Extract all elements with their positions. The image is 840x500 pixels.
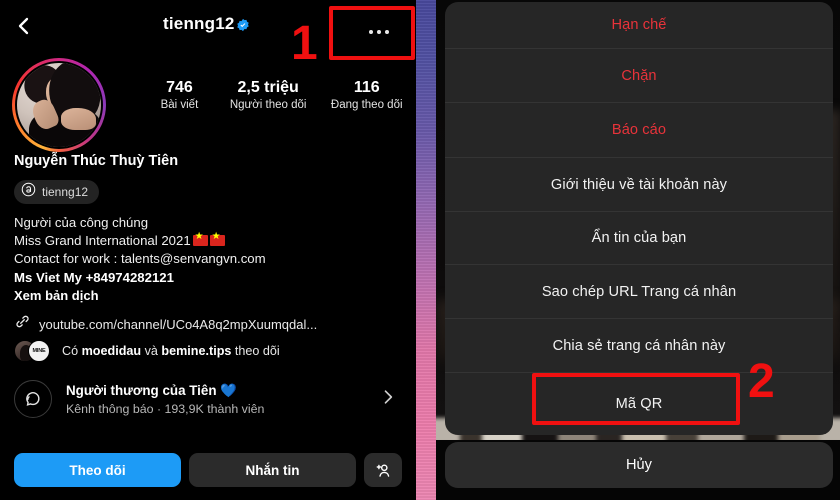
menu-item-block[interactable]: Chặn <box>445 49 833 103</box>
threads-icon <box>21 182 36 202</box>
cancel-button[interactable]: Hủy <box>445 442 833 488</box>
channel-subtitle: Kênh thông báo · 193,9K thành viên <box>66 401 265 416</box>
profile-link-row[interactable]: youtube.com/channel/UCo4A8q2mpXuumqdal..… <box>14 313 317 335</box>
bio-line-3: Contact for work : talents@senvangvn.com <box>14 251 266 267</box>
mutual-followers-text: Có moedidau và bemine.tips theo dõi <box>62 344 280 358</box>
threads-username: tienng12 <box>42 185 89 199</box>
broadcast-channel-icon <box>14 380 52 418</box>
message-button[interactable]: Nhắn tin <box>189 453 356 487</box>
bio-line-2: Miss Grand International 2021 <box>14 231 404 250</box>
profile-header: tienng12 <box>0 0 416 52</box>
see-translation-link[interactable]: Xem bản dịch <box>14 288 99 303</box>
profile-action-bar: Theo dõi Nhắn tin <box>14 453 402 487</box>
menu-item-qr-code[interactable]: Mã QR <box>445 373 833 435</box>
verified-badge-icon <box>236 18 250 32</box>
stat-label: Bài viết <box>160 99 199 111</box>
vietnam-flag-icon <box>209 231 225 247</box>
mutual-name-1: moedidau <box>81 344 142 358</box>
screenshot-root: tienng12 746 Bài viết 2,5 triệu Người th… <box>0 0 840 500</box>
more-options-button[interactable] <box>330 7 414 57</box>
action-sheet-pane: Hạn chế Chặn Báo cáo Giới thiệu về tài k… <box>436 0 840 500</box>
menu-item-share-profile[interactable]: Chia sẻ trang cá nhân này <box>445 319 833 373</box>
panel-divider-gradient <box>416 0 436 500</box>
profile-full-name: Nguyễn Thúc Thuỳ Tiên <box>14 153 179 169</box>
action-sheet: Hạn chế Chặn Báo cáo Giới thiệu về tài k… <box>445 2 833 435</box>
channel-text: Người thương của Tiên 💙 Kênh thông báo ·… <box>66 383 378 416</box>
follow-button[interactable]: Theo dõi <box>14 453 181 487</box>
profile-bio: Người của công chúng Miss Grand Internat… <box>14 214 404 287</box>
menu-item-about-account[interactable]: Giới thiệu về tài khoản này <box>445 158 833 212</box>
bio-line-1: Người của công chúng <box>14 215 149 230</box>
mutual-followers-row[interactable]: MINE Có moedidau và bemine.tips theo dõi <box>14 340 280 362</box>
stat-followers[interactable]: 2,5 triệu Người theo dõi <box>219 78 318 124</box>
add-user-button[interactable] <box>364 453 402 487</box>
stat-posts[interactable]: 746 Bài viết <box>140 78 219 124</box>
stat-value: 746 <box>166 79 193 96</box>
bio-line-4: Ms Viet My +84974282121 <box>14 269 174 285</box>
vietnam-flag-icon <box>192 231 208 247</box>
back-icon[interactable] <box>12 14 36 38</box>
menu-item-hide-story[interactable]: Ẩn tin của bạn <box>445 212 833 265</box>
avatar[interactable] <box>12 58 106 152</box>
mutual-name-2: bemine.tips <box>161 344 232 358</box>
annotation-number-2: 2 <box>748 355 775 408</box>
link-icon <box>14 313 31 335</box>
profile-link-text: youtube.com/channel/UCo4A8q2mpXuumqdal..… <box>39 316 318 332</box>
stat-label: Người theo dõi <box>229 99 307 111</box>
channel-title: Người thương của Tiên 💙 <box>66 382 237 398</box>
menu-item-report[interactable]: Báo cáo <box>445 103 833 158</box>
avatar-photo <box>17 63 101 147</box>
stat-value: 2,5 triệu <box>237 79 299 96</box>
chevron-right-icon[interactable] <box>378 387 398 412</box>
profile-pane: tienng12 746 Bài viết 2,5 triệu Người th… <box>0 0 416 500</box>
stat-label: Đang theo dõi <box>330 99 403 111</box>
profile-username: tienng12 <box>163 14 235 33</box>
annotation-number-1: 1 <box>291 17 318 70</box>
menu-item-restrict[interactable]: Hạn chế <box>445 2 833 49</box>
broadcast-channel-row[interactable]: Người thương của Tiên 💙 Kênh thông báo ·… <box>14 372 402 426</box>
threads-badge[interactable]: tienng12 <box>14 180 100 204</box>
mutual-avatars: MINE <box>14 340 54 362</box>
three-dots-icon <box>369 30 389 34</box>
mutual-avatar-2: MINE <box>28 340 50 362</box>
menu-item-copy-profile-url[interactable]: Sao chép URL Trang cá nhân <box>445 265 833 319</box>
profile-stats: 746 Bài viết 2,5 triệu Người theo dõi 11… <box>140 78 416 124</box>
stat-value: 116 <box>353 79 380 96</box>
stat-following[interactable]: 116 Đang theo dõi <box>317 78 416 124</box>
